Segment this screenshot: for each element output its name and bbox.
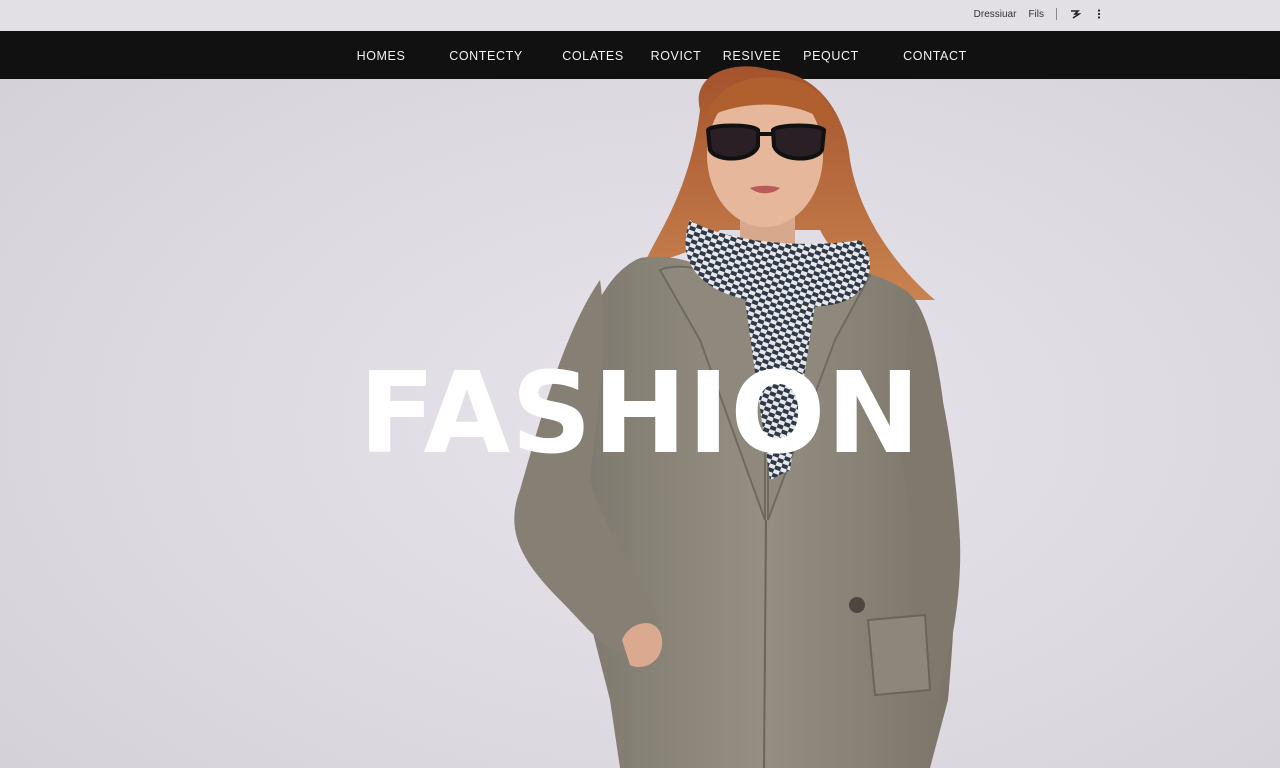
page: Dressiuar Fils HOMES CONTECTY COLATES RO…	[0, 0, 1280, 768]
hero-title: FASHION	[358, 349, 922, 479]
